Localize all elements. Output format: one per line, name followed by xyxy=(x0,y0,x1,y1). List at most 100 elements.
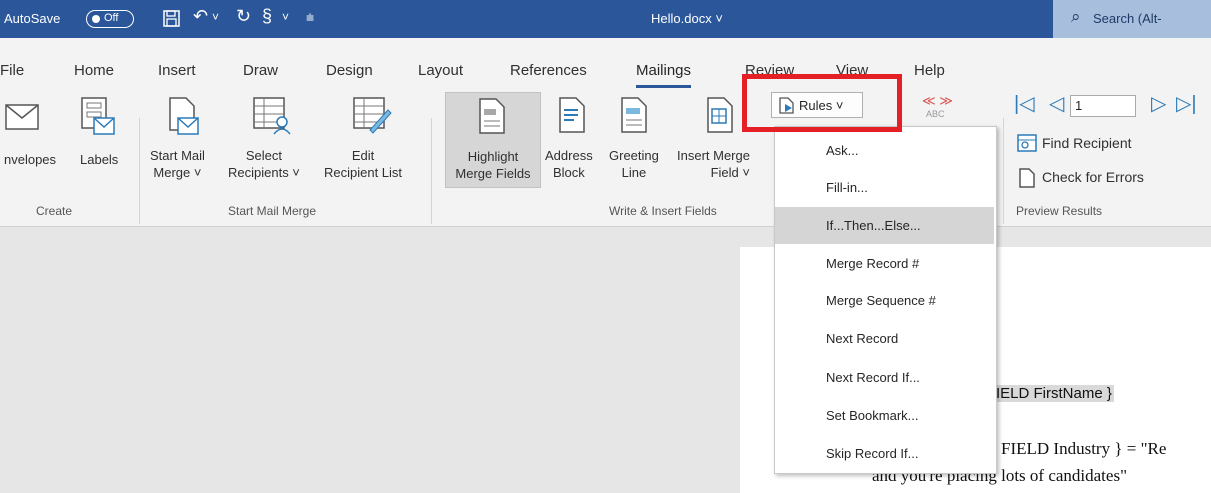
address-block-button[interactable]: Address Block xyxy=(545,147,593,181)
insert-merge-field-label-2: Field ˅ xyxy=(710,165,750,180)
search-box[interactable]: ⌕ Search (Alt- xyxy=(1053,0,1211,38)
group-label-preview-results: Preview Results xyxy=(1016,204,1103,218)
find-recipient-button[interactable]: Find Recipient xyxy=(1042,135,1132,152)
tab-layout[interactable]: Layout xyxy=(418,62,463,79)
labels-icon[interactable] xyxy=(78,96,116,141)
group-separator xyxy=(1003,118,1004,224)
title-bar: AutoSave Off ↶ ˅ ↻ § ˅ ⩧ Hello.docx ˅ ⌕ … xyxy=(0,0,1211,38)
document-text-line-1: FIELD Industry } = "Re xyxy=(1001,439,1167,458)
menu-item-next-record[interactable]: Next Record xyxy=(775,320,994,357)
menu-item-label: Next Record If... xyxy=(826,370,920,385)
group-separator xyxy=(431,118,432,224)
highlight-merge-fields-icon xyxy=(476,97,510,142)
menu-item-label: Merge Record # xyxy=(826,256,920,271)
menu-item-label: Fill-in... xyxy=(826,180,868,195)
menu-item-label: If...Then...Else... xyxy=(826,218,921,233)
ribbon: File Home Insert Draw Design Layout Refe… xyxy=(0,38,1211,227)
start-mail-merge-label-2: Merge ˅ xyxy=(153,165,202,180)
menu-item-label: Ask... xyxy=(826,143,859,158)
save-icon[interactable] xyxy=(162,9,182,34)
highlight-merge-fields-button[interactable]: Highlight Merge Fields xyxy=(445,92,541,188)
address-block-icon[interactable] xyxy=(556,96,590,141)
search-placeholder: Search (Alt- xyxy=(1093,11,1162,26)
menu-item-label: Next Record xyxy=(826,331,899,346)
menu-item-merge-sequence[interactable]: Merge Sequence # xyxy=(775,282,994,319)
insert-merge-field-button[interactable]: Insert Merge Field ˅ xyxy=(677,147,750,181)
edit-recipient-list-label-2: Recipient List xyxy=(324,165,403,180)
edit-recipient-list-label-1: Edit xyxy=(351,148,375,163)
edit-recipient-list-button[interactable]: Edit Recipient List xyxy=(324,147,402,181)
highlight-merge-fields-label: Highlight Merge Fields xyxy=(448,148,538,182)
record-number-input[interactable]: 1 xyxy=(1070,95,1136,117)
undo-icon[interactable]: ↶ xyxy=(193,6,208,27)
menu-item-fill-in[interactable]: Fill-in... xyxy=(775,169,994,206)
insert-merge-field-label-1: Insert Merge xyxy=(677,148,750,163)
select-recipients-label-1: Select xyxy=(245,148,283,163)
greeting-line-button[interactable]: Greeting Line xyxy=(609,147,659,181)
menu-item-next-record-if[interactable]: Next Record If... xyxy=(775,359,994,396)
tab-mailings[interactable]: Mailings xyxy=(636,62,692,88)
first-record-icon[interactable]: |◁ xyxy=(1014,91,1035,116)
previous-record-icon[interactable]: ◁ xyxy=(1049,91,1064,116)
tab-insert[interactable]: Insert xyxy=(158,62,196,79)
menu-item-skip-record-if[interactable]: Skip Record If... xyxy=(775,435,994,472)
group-label-create: Create xyxy=(36,204,73,218)
menu-item-set-bookmark[interactable]: Set Bookmark... xyxy=(775,397,994,434)
menu-item-label: Merge Sequence # xyxy=(826,293,936,308)
group-label-write-insert: Write & Insert Fields xyxy=(609,204,717,218)
greeting-line-label-2: Line xyxy=(621,165,647,180)
preview-abc-label: ABC xyxy=(926,109,945,119)
select-recipients-icon[interactable] xyxy=(252,96,292,141)
check-errors-icon xyxy=(1018,168,1036,193)
menu-item-merge-record[interactable]: Merge Record # xyxy=(775,245,994,282)
tab-references[interactable]: References xyxy=(510,62,587,79)
toggle-knob xyxy=(92,15,100,23)
menu-item-if-then-else[interactable]: If...Then...Else... xyxy=(775,207,994,244)
autosave-toggle[interactable]: Off xyxy=(86,10,134,28)
customize-dropdown-icon[interactable]: ˅ xyxy=(282,10,289,24)
envelopes-button[interactable]: nvelopes xyxy=(4,151,56,168)
tab-file[interactable]: File xyxy=(0,62,24,79)
start-mail-merge-button[interactable]: Start Mail Merge ˅ xyxy=(150,147,205,181)
document-title[interactable]: Hello.docx ˅ xyxy=(651,11,723,26)
redo-icon[interactable]: ↻ xyxy=(236,6,251,27)
last-record-icon[interactable]: ▷| xyxy=(1176,91,1197,116)
address-block-label-1: Address xyxy=(545,148,593,163)
menu-item-label: Skip Record If... xyxy=(826,446,919,461)
document-name: Hello.docx xyxy=(651,11,712,26)
quick-access-menu-icon[interactable]: ⩧ xyxy=(306,9,314,26)
tab-design[interactable]: Design xyxy=(326,62,373,79)
autosave-label: AutoSave xyxy=(4,11,61,26)
envelope-icon[interactable] xyxy=(5,104,39,135)
tab-home[interactable]: Home xyxy=(74,62,114,79)
rules-dropdown-menu: Ask... Fill-in... If...Then...Else... Me… xyxy=(774,126,997,474)
insert-merge-field-icon[interactable] xyxy=(704,96,738,141)
menu-item-ask[interactable]: Ask... xyxy=(775,132,994,169)
group-label-start-mail-merge: Start Mail Merge xyxy=(228,204,317,218)
select-recipients-label-2: Recipients ˅ xyxy=(228,165,300,180)
start-mail-merge-icon[interactable] xyxy=(166,96,202,143)
tab-help[interactable]: Help xyxy=(914,62,945,79)
edit-recipient-list-icon[interactable] xyxy=(352,96,392,141)
labels-button[interactable]: Labels xyxy=(80,151,118,168)
customize-icon[interactable]: § xyxy=(262,6,272,27)
find-recipient-icon xyxy=(1017,134,1037,157)
search-icon: ⌕ xyxy=(1071,7,1081,26)
greeting-line-label-1: Greeting xyxy=(609,148,659,163)
preview-results-icon[interactable]: ≪ ≫ xyxy=(922,93,953,109)
highlight-annotation-box xyxy=(742,74,902,132)
check-for-errors-button[interactable]: Check for Errors xyxy=(1042,169,1144,186)
group-separator xyxy=(139,118,140,224)
next-record-icon[interactable]: ▷ xyxy=(1151,91,1166,116)
menu-item-label: Set Bookmark... xyxy=(826,408,919,423)
greeting-line-icon[interactable] xyxy=(618,96,652,141)
select-recipients-button[interactable]: Select Recipients ˅ xyxy=(228,147,300,181)
highlight-label-2: Merge Fields xyxy=(455,166,531,181)
undo-dropdown-icon[interactable]: ˅ xyxy=(212,10,219,24)
address-block-label-2: Block xyxy=(552,165,585,180)
tab-draw[interactable]: Draw xyxy=(243,62,278,79)
merge-field-firstname[interactable]: IELD FirstName } xyxy=(994,385,1114,402)
autosave-state: Off xyxy=(104,12,119,24)
start-mail-merge-label-1: Start Mail xyxy=(150,148,205,163)
highlight-label-1: Highlight xyxy=(467,149,519,164)
